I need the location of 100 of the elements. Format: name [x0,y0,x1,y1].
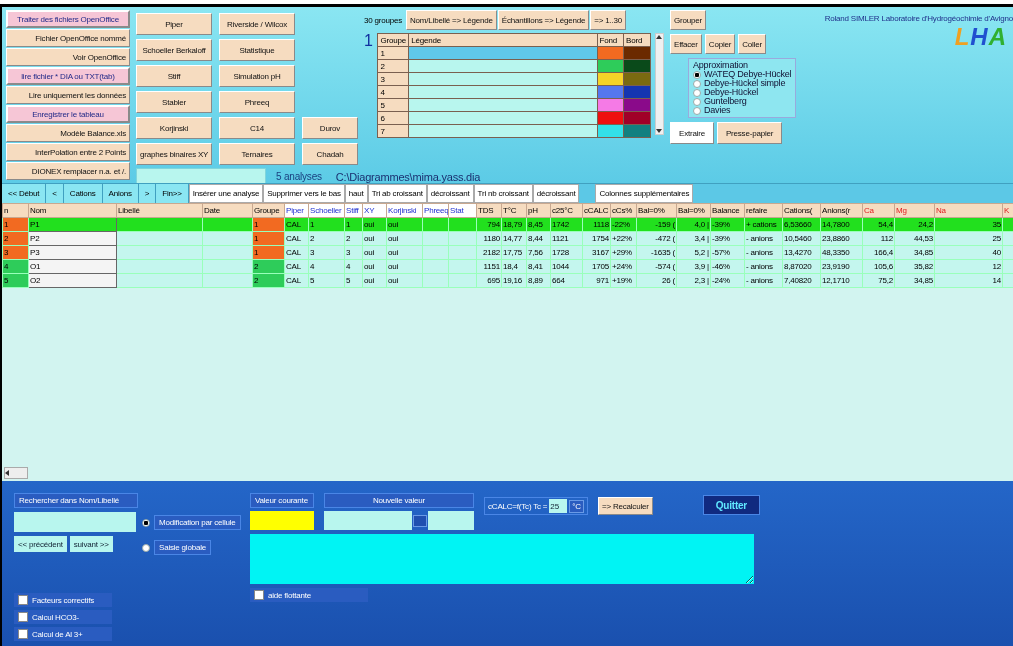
text-area[interactable] [250,534,754,584]
file-button[interactable]: Modèle Balance.xls [6,124,130,142]
mode-label[interactable]: Modification par cellule [154,515,241,530]
radio-button[interactable] [693,88,701,97]
table-cell[interactable] [1002,273,1013,288]
radio-button[interactable] [693,79,701,88]
current-value-field[interactable] [250,511,314,530]
scrollbar[interactable] [4,467,28,479]
new-value-field[interactable] [324,511,412,530]
mode-label[interactable]: Saisie globale [154,540,211,555]
radio-button[interactable] [693,70,701,79]
column-header[interactable]: Anions(r [820,203,863,218]
column-header[interactable]: Bal=0% [676,203,711,218]
nav-button[interactable]: < [46,184,64,203]
legend-button[interactable]: Nom/Libellé => Légende [406,10,497,30]
legend-cell[interactable] [408,124,597,138]
option-label[interactable]: Debye-Hückel simple [704,79,786,88]
action-button[interactable]: Tri nb croissant [473,184,533,203]
color-swatch[interactable] [597,72,624,86]
column-header[interactable]: Na [934,203,1003,218]
column-header[interactable]: Korjinski [386,203,423,218]
column-header[interactable]: Bal=0% [636,203,677,218]
checkbox[interactable] [254,590,264,600]
table-cell[interactable] [1002,217,1013,232]
scrollbar[interactable] [654,33,664,135]
column-header[interactable]: Balance [710,203,745,218]
radio-button[interactable] [693,97,701,106]
column-header[interactable]: Mg [894,203,935,218]
diagram-button[interactable]: Schoeller Berkaloff [136,39,212,61]
column-header[interactable]: T°C [501,203,527,218]
search-nav-button[interactable]: suivant >> [69,536,113,552]
legend-cell[interactable] [408,98,597,112]
diagram-button[interactable]: Chadah [302,143,358,165]
file-button[interactable]: Enregistrer le tableau [6,105,130,123]
file-button[interactable]: InterPolation entre 2 Points [6,143,130,161]
file-button[interactable]: DIONEX remplacer n.a. et /. [6,162,130,180]
column-header[interactable]: cCs% [610,203,637,218]
checkbox[interactable] [18,595,28,605]
diagram-button[interactable]: Stabler [136,91,212,113]
diagram-button[interactable]: Durov [302,117,358,139]
edit-button[interactable]: Copier [704,34,736,54]
file-button[interactable]: Fichier OpenOffice nommé [6,29,130,47]
diagram-button[interactable]: graphes binaires XY [136,143,212,165]
color-swatch[interactable] [597,98,624,112]
file-button[interactable]: lire fichier * DIA ou TXT(tab) [6,67,130,85]
diagram-button[interactable]: Simulation pH [219,65,295,87]
action-button[interactable]: Tri ab croissant [367,184,427,203]
column-header[interactable]: Groupe [252,203,285,218]
column-header[interactable]: refaire [744,203,783,218]
table-cell[interactable] [1002,245,1013,260]
column-header[interactable]: Libellé [116,203,203,218]
apply-button[interactable] [413,514,427,527]
export-button[interactable]: Extraire [670,122,714,144]
column-header[interactable]: c25°C [550,203,583,218]
column-header[interactable]: Cations( [782,203,821,218]
edit-button[interactable]: Effacer [670,34,702,54]
quit-button[interactable]: Quitter [702,495,761,515]
edit-button[interactable]: Coller [738,34,766,54]
input-field[interactable] [136,168,266,185]
file-button[interactable]: Traiter des fichiers OpenOffice [6,10,130,28]
option-label[interactable]: Davies [704,106,731,115]
column-header[interactable]: TDS [476,203,502,218]
up-arrow-icon[interactable] [656,34,663,39]
diagram-button[interactable]: Korjinski [136,117,212,139]
diagram-button[interactable]: C14 [219,117,295,139]
column-header[interactable]: cCALC [582,203,611,218]
column-header[interactable]: Stat [448,203,477,218]
checkbox[interactable] [18,629,28,639]
nav-button[interactable]: Anions [102,184,139,203]
column-header[interactable]: XY [362,203,387,218]
action-button[interactable]: décroissant [426,184,474,203]
diagram-button[interactable]: Phreeq [219,91,295,113]
legend-button[interactable]: => 1..30 [590,10,627,30]
action-button[interactable]: décroissant [532,184,580,203]
action-button[interactable]: Supprimer vers le bas [263,184,345,203]
search-nav-button[interactable]: << précédent [14,536,67,552]
diagram-button[interactable]: Statistique [219,39,295,61]
table-cell[interactable] [1002,231,1013,246]
column-header[interactable]: Phreeq [422,203,449,218]
column-header[interactable]: Ca [862,203,895,218]
group-button[interactable]: Grouper [670,10,706,30]
column-header[interactable]: Date [202,203,253,218]
option-label[interactable]: Debye-Hückel [704,88,759,97]
column-header[interactable]: Schoeller [308,203,345,218]
legend-cell[interactable] [408,72,597,86]
column-header[interactable]: pH [526,203,551,218]
option-label[interactable]: Guntelberg [704,97,747,106]
diagram-button[interactable]: Riverside / Wilcox [219,13,295,35]
column-header[interactable]: Nom [28,203,117,218]
checkbox[interactable] [18,612,28,622]
legend-cell[interactable] [408,59,597,73]
export-button[interactable]: Presse-papier [716,122,783,144]
option-label[interactable]: WATEQ Debye-Hückel [704,70,792,79]
column-header[interactable]: K [1002,203,1013,218]
left-arrow-icon[interactable] [5,470,10,476]
file-button[interactable]: Lire uniquement les données [6,86,130,104]
radio-button[interactable] [142,518,150,527]
recalculate-button[interactable]: => Recalculer [597,497,653,515]
legend-cell[interactable] [408,85,597,99]
radio-button[interactable] [693,106,701,115]
